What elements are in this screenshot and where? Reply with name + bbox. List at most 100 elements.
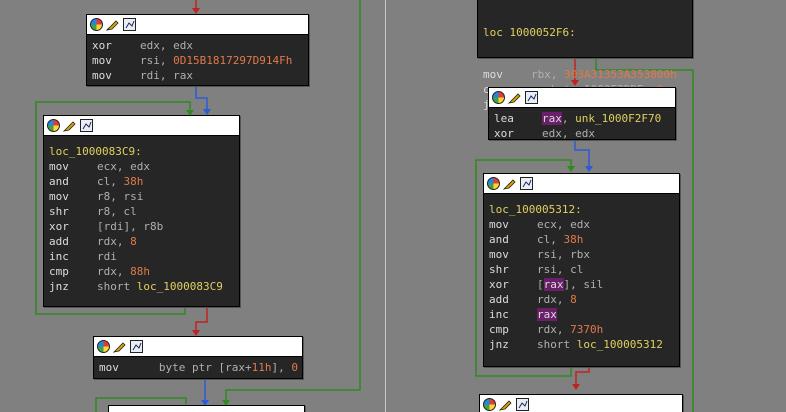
highlighted-register[interactable]: rax <box>542 112 562 125</box>
color-wheel-icon[interactable] <box>47 119 60 132</box>
instruction-list: loc_1000083C9: mov ecx, edx and cl, 38h mov r8… <box>44 136 239 297</box>
operands: rax, unk_1000F2F70 <box>542 111 661 126</box>
block-label[interactable]: loc_1000083C9: <box>49 144 235 159</box>
instruction-line[interactable]: shr rsi, cl <box>489 262 675 277</box>
color-wheel-icon[interactable] <box>487 177 500 190</box>
instruction-line[interactable]: add rdx, 8 <box>489 292 675 307</box>
instruction-line[interactable]: mov ecx, edx <box>49 159 235 174</box>
instruction-line[interactable]: jnz short loc_100005312 <box>489 337 675 352</box>
mnemonic: inc <box>489 308 509 321</box>
immediate-value: 38h <box>563 233 584 246</box>
immediate-value: 11h <box>251 361 272 374</box>
operand-text: rdi, rax <box>140 69 193 82</box>
instruction-line[interactable]: inc rdi <box>49 249 235 264</box>
instruction-line[interactable]: mov byte ptr [rax+11h], 0 <box>99 360 298 375</box>
code-block-l4[interactable] <box>108 405 305 412</box>
graph-view-icon[interactable] <box>123 18 136 31</box>
highlighted-register[interactable]: rax <box>543 278 564 291</box>
block-label[interactable]: loc_1000052F6: <box>483 25 688 37</box>
mnemonic: mov <box>483 68 503 81</box>
left-graph-pane[interactable]: xor edx, edx mov rsi, 0D15B1817297D914Fh mov… <box>0 0 385 412</box>
instruction-line[interactable]: and cl, 38h <box>489 232 675 247</box>
graph-view-icon[interactable] <box>80 119 93 132</box>
instruction-line[interactable]: xor [rax], sil <box>489 277 675 292</box>
edit-pen-icon[interactable] <box>508 92 522 104</box>
edit-pen-icon[interactable] <box>499 399 513 411</box>
instruction-line[interactable]: jnz short loc_1000083C9 <box>49 279 235 294</box>
instruction-line[interactable]: mov rdi, rax <box>92 68 304 83</box>
instruction-line[interactable]: mov rsi, 0D15B1817297D914Fh <box>92 53 304 68</box>
immediate-value: 303A31353A353800h <box>564 68 677 81</box>
mnemonic: xor <box>489 278 509 291</box>
block-header <box>480 395 682 412</box>
block-label[interactable]: loc_100005312: <box>489 202 675 217</box>
color-wheel-icon[interactable] <box>492 91 505 104</box>
instruction-line[interactable]: cmp rdx, 7370h <box>489 322 675 337</box>
operand-text: rdx, <box>97 235 131 248</box>
instruction-line[interactable]: xor [rdi], r8b <box>49 219 235 234</box>
mnemonic: add <box>489 293 509 306</box>
mnemonic: xor <box>92 39 112 52</box>
immediate-value: 88h <box>130 265 150 278</box>
operand-text: r8, rsi <box>97 190 144 203</box>
instruction-line[interactable]: mov ecx, edx <box>489 217 675 232</box>
operand-text: ], <box>271 361 292 374</box>
code-block-r4[interactable] <box>479 394 683 412</box>
operands: rdx, 88h <box>97 264 150 279</box>
operands: ecx, edx <box>537 217 590 232</box>
operands: r8, rsi <box>97 189 143 204</box>
operand-text: rdi <box>97 250 117 263</box>
instruction-line[interactable]: cmp rdx, 88h <box>49 264 235 279</box>
instruction-line[interactable]: xor edx, edx <box>494 126 671 141</box>
graph-view-icon[interactable] <box>516 398 529 411</box>
mnemonic: mov <box>49 190 69 203</box>
instruction-line[interactable]: lea rax, unk_1000F2F70 <box>494 111 671 126</box>
highlighted-register[interactable]: rax <box>537 308 557 321</box>
instruction-line[interactable]: inc rax <box>489 307 675 322</box>
operand-text: r8, cl <box>97 205 137 218</box>
code-block-r1[interactable]: loc_1000052F6: mov rbx, 303A31353A353800h… <box>477 0 693 111</box>
code-block-l2[interactable]: loc_1000083C9: mov ecx, edx and cl, 38h mov r8… <box>43 115 240 307</box>
edit-pen-icon[interactable] <box>106 19 120 31</box>
code-block-r2[interactable]: lea rax, unk_1000F2F70 xor edx, edx <box>488 87 676 140</box>
code-block-r3[interactable]: loc_100005312: mov ecx, edx and cl, 38h mov rs… <box>483 173 680 367</box>
graph-view-icon[interactable] <box>525 91 538 104</box>
code-block-l3[interactable]: mov byte ptr [rax+11h], 0 <box>93 336 303 379</box>
mnemonic: cmp <box>49 265 69 278</box>
instruction-line[interactable]: mov r8, rsi <box>49 189 235 204</box>
color-wheel-icon[interactable] <box>90 18 103 31</box>
operand-text: ecx, edx <box>97 160 150 173</box>
block-header <box>94 337 302 357</box>
code-reference[interactable]: loc_100005312 <box>577 338 663 351</box>
instruction-line[interactable]: mov rbx, 303A31353A353800h <box>483 67 688 82</box>
code-block-l1[interactable]: xor edx, edx mov rsi, 0D15B1817297D914Fh mov… <box>86 14 309 86</box>
instruction-line[interactable]: add rdx, 8 <box>49 234 235 249</box>
edit-pen-icon[interactable] <box>503 178 517 190</box>
edit-pen-icon[interactable] <box>63 120 77 132</box>
mnemonic: lea <box>494 112 514 125</box>
operand-text: rbx, <box>531 68 565 81</box>
edit-pen-icon[interactable] <box>113 341 127 353</box>
immediate-value: 0D15B1817297D914Fh <box>173 54 293 67</box>
operand-text: ], sil <box>563 278 604 291</box>
operands: cl, 38h <box>97 174 143 189</box>
instruction-line[interactable]: xor edx, edx <box>92 38 304 53</box>
operand-text: , <box>561 112 576 125</box>
graph-view-icon[interactable] <box>520 177 533 190</box>
mnemonic: mov <box>49 160 69 173</box>
code-reference[interactable]: loc_1000083C9 <box>137 280 223 293</box>
code-reference[interactable]: unk_1000F2F70 <box>575 112 661 125</box>
color-wheel-icon[interactable] <box>483 398 496 411</box>
graph-view-icon[interactable] <box>130 340 143 353</box>
instruction-line[interactable]: shr r8, cl <box>49 204 235 219</box>
operands: short loc_100005312 <box>537 337 663 352</box>
operands: byte ptr [rax+11h], 0 <box>139 360 298 375</box>
right-graph-pane[interactable]: loc_1000052F6: mov rbx, 303A31353A353800h… <box>386 0 786 412</box>
operand-text: cl, <box>537 233 564 246</box>
operands: ecx, edx <box>97 159 150 174</box>
mnemonic: and <box>489 233 509 246</box>
operand-text: rsi, rbx <box>537 248 590 261</box>
color-wheel-icon[interactable] <box>97 340 110 353</box>
instruction-line[interactable]: mov rsi, rbx <box>489 247 675 262</box>
instruction-line[interactable]: and cl, 38h <box>49 174 235 189</box>
